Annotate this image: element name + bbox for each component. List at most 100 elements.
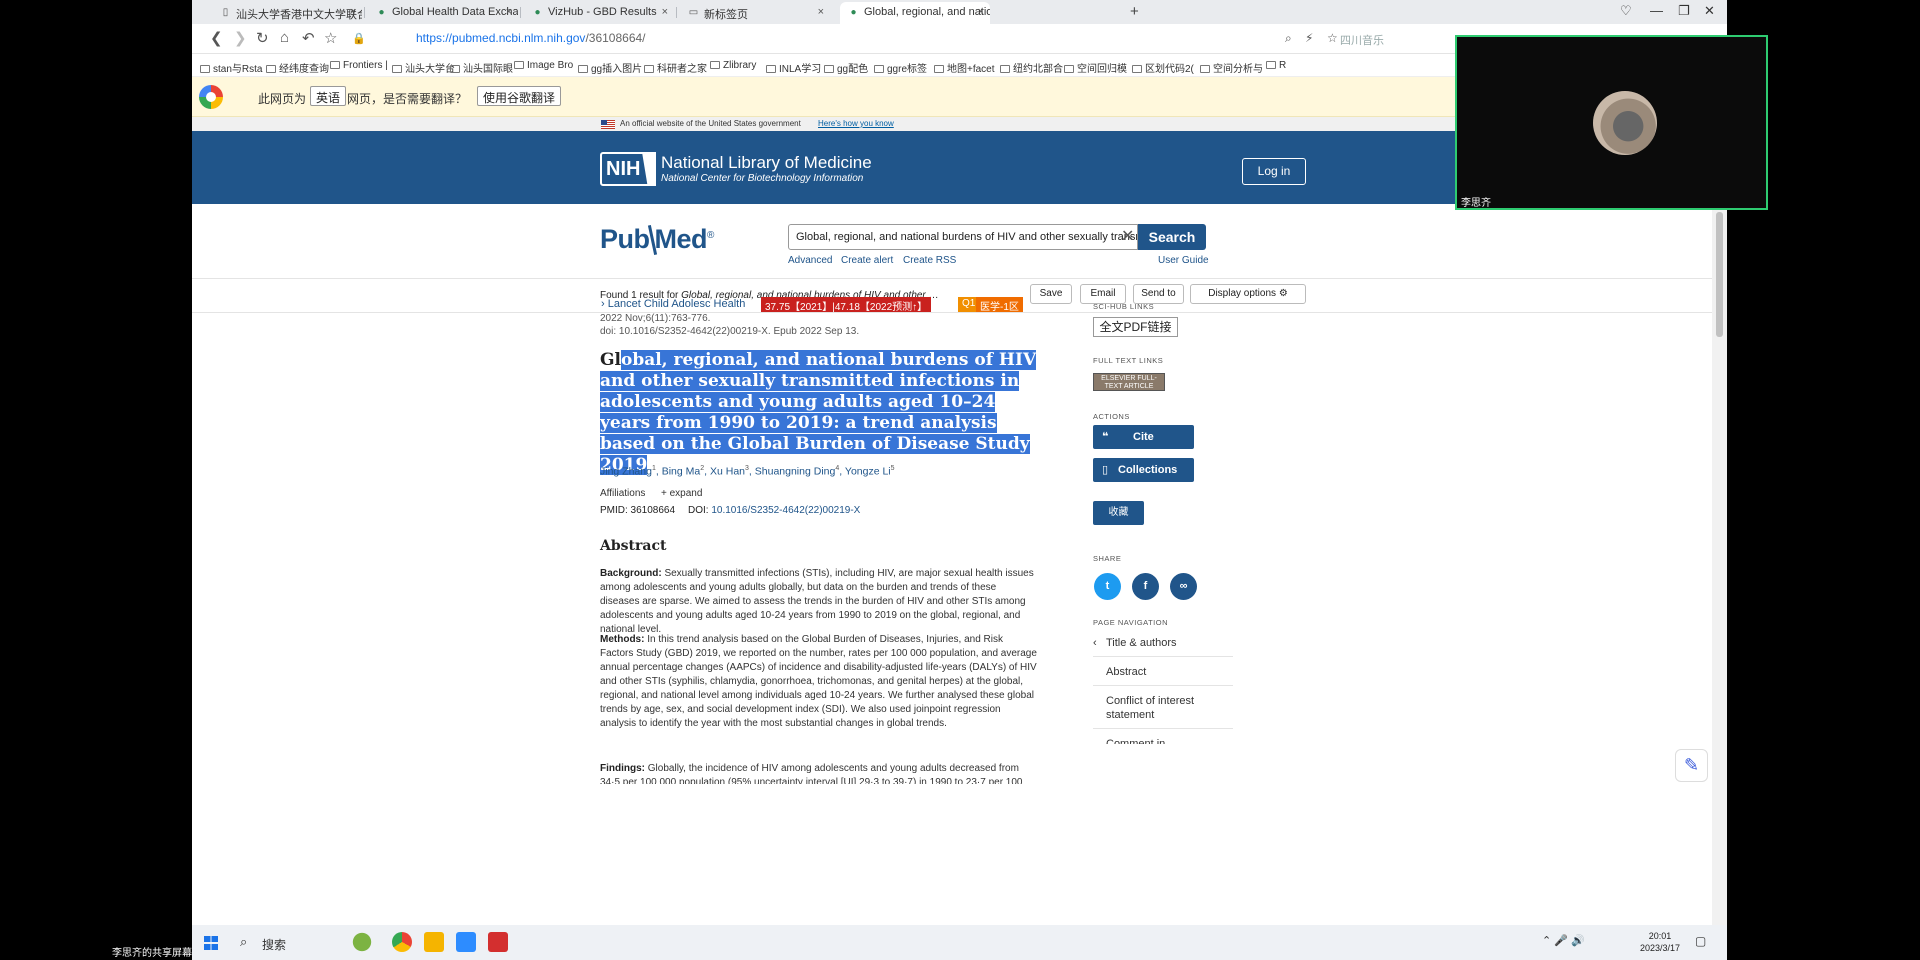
search-button[interactable]: Search — [1138, 224, 1206, 250]
home-icon[interactable]: ⌂ — [280, 29, 289, 46]
forward-icon[interactable]: ❯ — [234, 29, 247, 47]
reload-icon[interactable]: ↻ — [256, 29, 269, 47]
author-link[interactable]: Yongze Li — [845, 466, 891, 478]
twitter-icon[interactable]: t — [1094, 573, 1121, 600]
bookmark-item[interactable]: 区划代码2( — [1132, 60, 1194, 75]
bookmark-star-icon[interactable]: ☆ — [324, 29, 337, 47]
close-icon[interactable]: × — [506, 6, 512, 18]
bookmark-item[interactable]: gg配色 — [824, 60, 868, 75]
tab-1[interactable]: ▯ 汕头大学香港中文大学联合汕× — [212, 2, 362, 24]
bookmark-item[interactable]: 科研者之家 — [644, 60, 707, 75]
author-link[interactable]: Xu Han — [710, 466, 745, 478]
close-icon[interactable]: × — [662, 6, 668, 18]
pagenav-abstract[interactable]: Abstract — [1093, 660, 1233, 686]
pagenav-title-authors[interactable]: ‹ Title & authors — [1093, 631, 1233, 657]
search-input[interactable]: Global, regional, and national burdens o… — [788, 224, 1138, 250]
close-icon[interactable]: × — [818, 6, 824, 18]
advanced-link[interactable]: Advanced — [788, 255, 832, 266]
tab-5-active[interactable]: ● Global, regional, and natio × — [840, 2, 990, 24]
minimize-button[interactable]: — — [1650, 3, 1663, 18]
pagenav-comment[interactable]: Comment in — [1093, 732, 1233, 744]
bookmark-item[interactable]: 汕头大学台 — [392, 60, 455, 75]
close-window-button[interactable]: ✕ — [1704, 3, 1715, 19]
close-icon[interactable]: × — [350, 6, 356, 18]
user-guide-link[interactable]: User Guide — [1158, 255, 1209, 266]
scroll-thumb[interactable] — [1716, 212, 1723, 337]
tab-4[interactable]: ▭ 新标签页 × — [680, 2, 830, 24]
pen-icon[interactable]: ✎ — [1675, 749, 1708, 782]
create-alert-link[interactable]: Create alert — [841, 255, 893, 266]
zoom-app-icon[interactable] — [456, 932, 476, 952]
google-translate-button[interactable]: 使用谷歌翻译 — [477, 86, 562, 106]
translate-language-button[interactable]: 英语 — [310, 86, 347, 106]
clock[interactable]: 20:01 2023/3/17 — [1640, 930, 1680, 954]
close-icon[interactable]: × — [978, 6, 984, 18]
taskbar-search[interactable]: 搜索 — [262, 936, 286, 953]
clear-search-icon[interactable]: ✕ — [1121, 226, 1134, 246]
gov-banner-link[interactable]: Here's how you know — [818, 119, 894, 128]
bookmark-item[interactable]: 空间分析与 — [1200, 60, 1263, 75]
favorites-icon[interactable]: ♡ — [1620, 3, 1632, 19]
author-affil-num[interactable]: 5 — [891, 465, 895, 472]
author-link[interactable]: Jing Zhang — [600, 466, 652, 478]
bookmark-item[interactable]: ggre标签 — [874, 60, 927, 75]
bookmark-item[interactable]: Frontiers | — [330, 60, 388, 71]
bookmark-item[interactable]: gg插入图片 — [578, 60, 642, 75]
nlm-title[interactable]: National Library of Medicine — [661, 153, 872, 173]
bookmark-item[interactable]: 地图+facet — [934, 60, 995, 75]
back-icon[interactable]: ❮ — [210, 29, 223, 47]
cite-button[interactable]: ❝ Cite — [1093, 425, 1194, 449]
star-icon[interactable]: ☆ — [1327, 31, 1338, 45]
bookmark-item[interactable]: Zlibrary — [710, 60, 756, 71]
pubmed-logo[interactable]: Pub Med® — [600, 224, 714, 255]
restore-button[interactable]: ❐ — [1678, 3, 1690, 19]
collections-button[interactable]: ▯ Collections — [1093, 458, 1194, 482]
expand-affiliations-button[interactable]: + expand — [661, 488, 702, 499]
undo-icon[interactable]: ↶ — [302, 29, 315, 47]
url-text[interactable]: https://pubmed.ncbi.nlm.nih.gov/36108664… — [416, 31, 646, 45]
acrobat-icon[interactable] — [488, 932, 508, 952]
bookmark-item[interactable]: Image Bro — [514, 60, 573, 71]
author-affil-num[interactable]: 4 — [835, 465, 839, 472]
bookmark-item[interactable]: 经纬度查询 — [266, 60, 329, 75]
create-rss-link[interactable]: Create RSS — [903, 255, 956, 266]
author-link[interactable]: Bing Ma — [662, 466, 701, 478]
side-search-text[interactable]: 四川音乐 — [1340, 32, 1384, 48]
bookmark-item[interactable]: stan与Rsta — [200, 60, 262, 75]
bookmark-item[interactable]: 纽约北部合 — [1000, 60, 1063, 75]
notification-icon[interactable]: ▢ — [1695, 934, 1706, 948]
file-explorer-icon[interactable] — [424, 932, 444, 952]
video-tile[interactable]: 李思齐 — [1455, 35, 1768, 210]
tab-3[interactable]: ● VizHub - GBD Results × — [524, 2, 674, 24]
author-link[interactable]: Shuangning Ding — [755, 466, 836, 478]
new-tab-button[interactable]: + — [1130, 3, 1139, 20]
link-icon[interactable]: ∞ — [1170, 573, 1197, 600]
facebook-icon[interactable]: f — [1132, 573, 1159, 600]
login-button[interactable]: Log in — [1242, 158, 1306, 185]
windows-start-icon[interactable] — [204, 936, 218, 950]
chrome-icon[interactable] — [392, 932, 412, 952]
bookmark-item[interactable]: R — [1266, 60, 1286, 71]
favorite-button[interactable]: 收藏 — [1093, 501, 1144, 525]
display-options-button[interactable]: Display options ⚙ — [1190, 284, 1306, 304]
author-affil-num[interactable]: 3 — [745, 465, 749, 472]
flash-icon[interactable]: ⚡ — [1305, 31, 1313, 45]
journal-link[interactable]: › Lancet Child Adolesc Health — [601, 298, 745, 310]
search-icon[interactable]: ⌕ — [240, 934, 247, 950]
pagenav-conflict[interactable]: Conflict of interest statement — [1093, 689, 1233, 729]
system-tray-icons[interactable]: ⌃ 🎤 🔊 — [1542, 934, 1585, 947]
author-affil-num[interactable]: 1 — [652, 465, 656, 472]
author-affil-num[interactable]: 2 — [700, 465, 704, 472]
save-button[interactable]: Save — [1030, 284, 1072, 304]
send-to-button[interactable]: Send to — [1133, 284, 1184, 304]
zoom-icon[interactable]: ⌕ — [1285, 31, 1292, 46]
elsevier-link[interactable]: ELSEVIER FULL-TEXT ARTICLE — [1093, 373, 1165, 391]
plant-widget-icon[interactable] — [342, 932, 382, 952]
bookmark-item[interactable]: 空间回归模 — [1064, 60, 1127, 75]
doi-link[interactable]: 10.1016/S2352-4642(22)00219-X — [711, 505, 860, 516]
bookmark-item[interactable]: 汕头国际眼 — [450, 60, 513, 75]
scihub-pdf-button[interactable]: 全文PDF链接 — [1093, 317, 1178, 337]
tab-2[interactable]: ● Global Health Data Exchang × — [368, 2, 518, 24]
scrollbar[interactable] — [1712, 117, 1727, 925]
bookmark-item[interactable]: INLA学习 — [766, 60, 821, 75]
